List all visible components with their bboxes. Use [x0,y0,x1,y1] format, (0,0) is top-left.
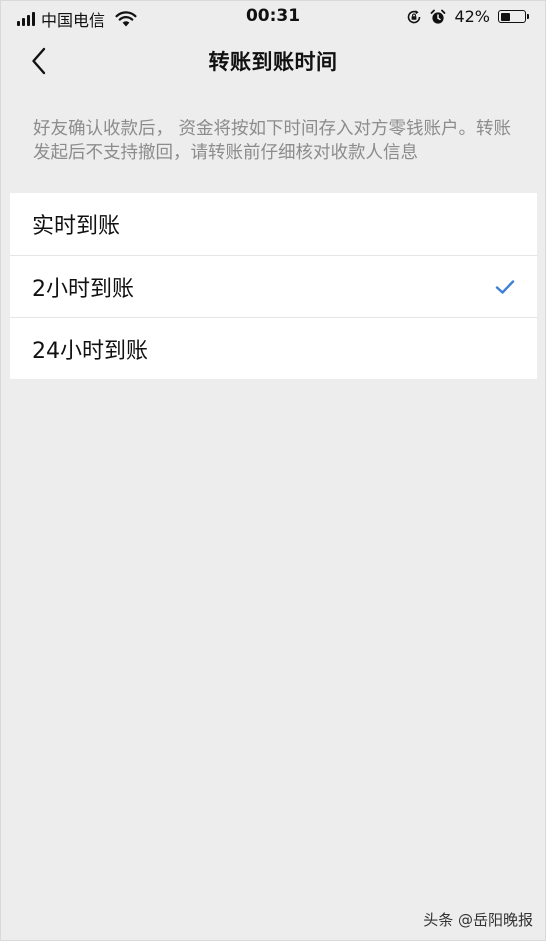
alarm-icon [431,9,446,24]
option-label: 实时到账 [32,214,121,239]
rotation-lock-icon [408,9,421,23]
page-title: 转账到账时间 [208,50,338,74]
arrival-time-options: 实时到账 2小时到账 24小时到账 [10,193,537,379]
description-text: 好友确认收款后， 资金将按如下时间存入对方零钱账户。转账发起后不支持撤回，请转账… [33,119,512,163]
checkmark-icon [495,279,515,294]
screen: 中国电信 00:31 42% 转账到账时间 好友确认收款后， 资金将按如下时间存… [0,0,546,941]
battery-percent: 42% [454,7,490,26]
option-realtime[interactable]: 实时到账 [10,193,537,255]
battery-icon [498,10,529,23]
option-2-hours[interactable]: 2小时到账 [10,255,537,317]
option-label: 24小时到账 [32,338,148,364]
status-bar-right: 42% [406,7,529,26]
status-bar: 中国电信 00:31 42% [1,1,545,33]
option-24-hours[interactable]: 24小时到账 [10,317,537,379]
option-label: 2小时到账 [32,276,134,302]
nav-bar: 转账到账时间 [1,33,545,91]
watermark: 头条 @岳阳晚报 [423,911,533,929]
